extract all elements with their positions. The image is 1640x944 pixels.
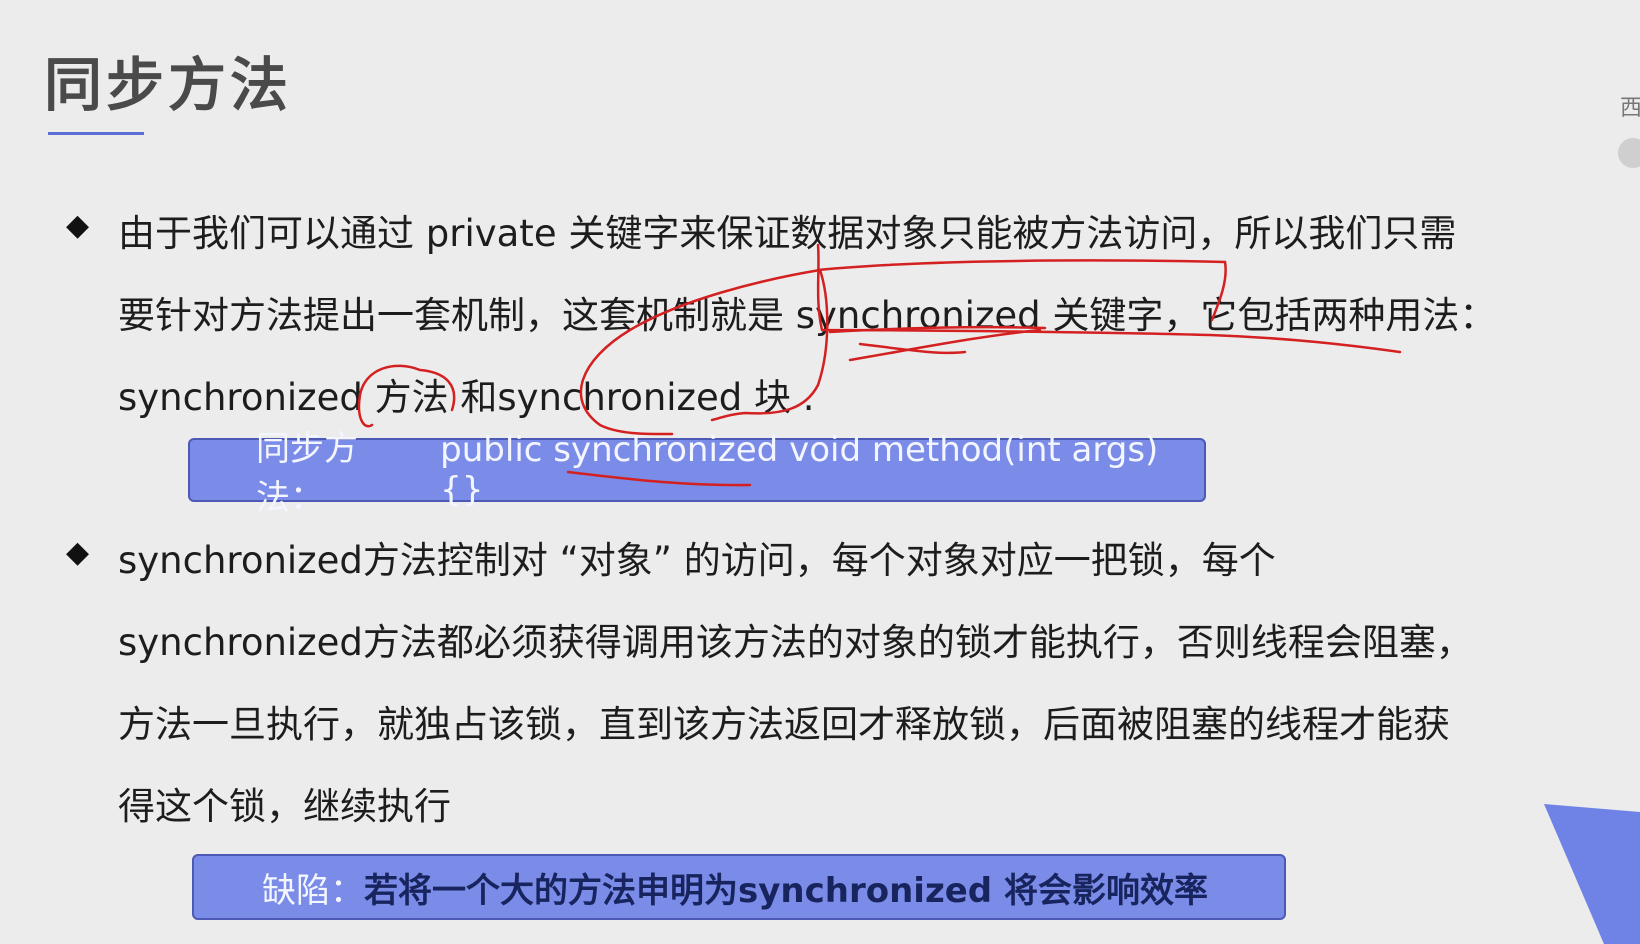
bullet1-line2: 要针对方法提出一套机制，这套机制就是 synchronized 关键字，它包括两… [118,294,1497,337]
bullet-icon: ◆ [66,208,90,243]
defect-box: 缺陷： 若将一个大的方法申明为synchronized 将会影响效率 [192,854,1286,920]
side-label: 西 [1620,96,1640,121]
bullet1-line3: synchronized 方法 和synchronized 块 . [118,376,815,419]
title-underline [48,132,144,135]
bullet2-line3: 方法一旦执行，就独占该锁，直到该方法返回才释放锁，后面被阻塞的线程才能获 [118,703,1450,746]
bullet2-line2: synchronized方法都必须获得调用该方法的对象的锁才能执行，否则线程会阻… [118,621,1473,664]
defect-text: 若将一个大的方法申明为synchronized 将会影响效率 [364,870,1208,911]
bullet2-line1: synchronized方法控制对 “对象” 的访问，每个对象对应一把锁，每个 [118,539,1276,582]
corner-decoration [1544,804,1640,944]
slide-title: 同步方法 [44,51,293,119]
defect-label: 缺陷： [262,870,364,911]
annotation-underline-3 [858,342,967,355]
sync-method-box: 同步方法： public synchronized void method(in… [188,429,1206,518]
bullet1-line1: 由于我们可以通过 private 关键字来保证数据对象只能被方法访问，所以我们只… [118,212,1457,255]
side-nav-dot[interactable] [1618,138,1640,168]
bullet2-line4: 得这个锁，继续执行 [118,785,451,828]
bullet-icon: ◆ [66,535,90,570]
sync-method-label: 同步方法： [256,429,358,518]
sync-method-code: public synchronized void method(int args… [440,430,1159,510]
